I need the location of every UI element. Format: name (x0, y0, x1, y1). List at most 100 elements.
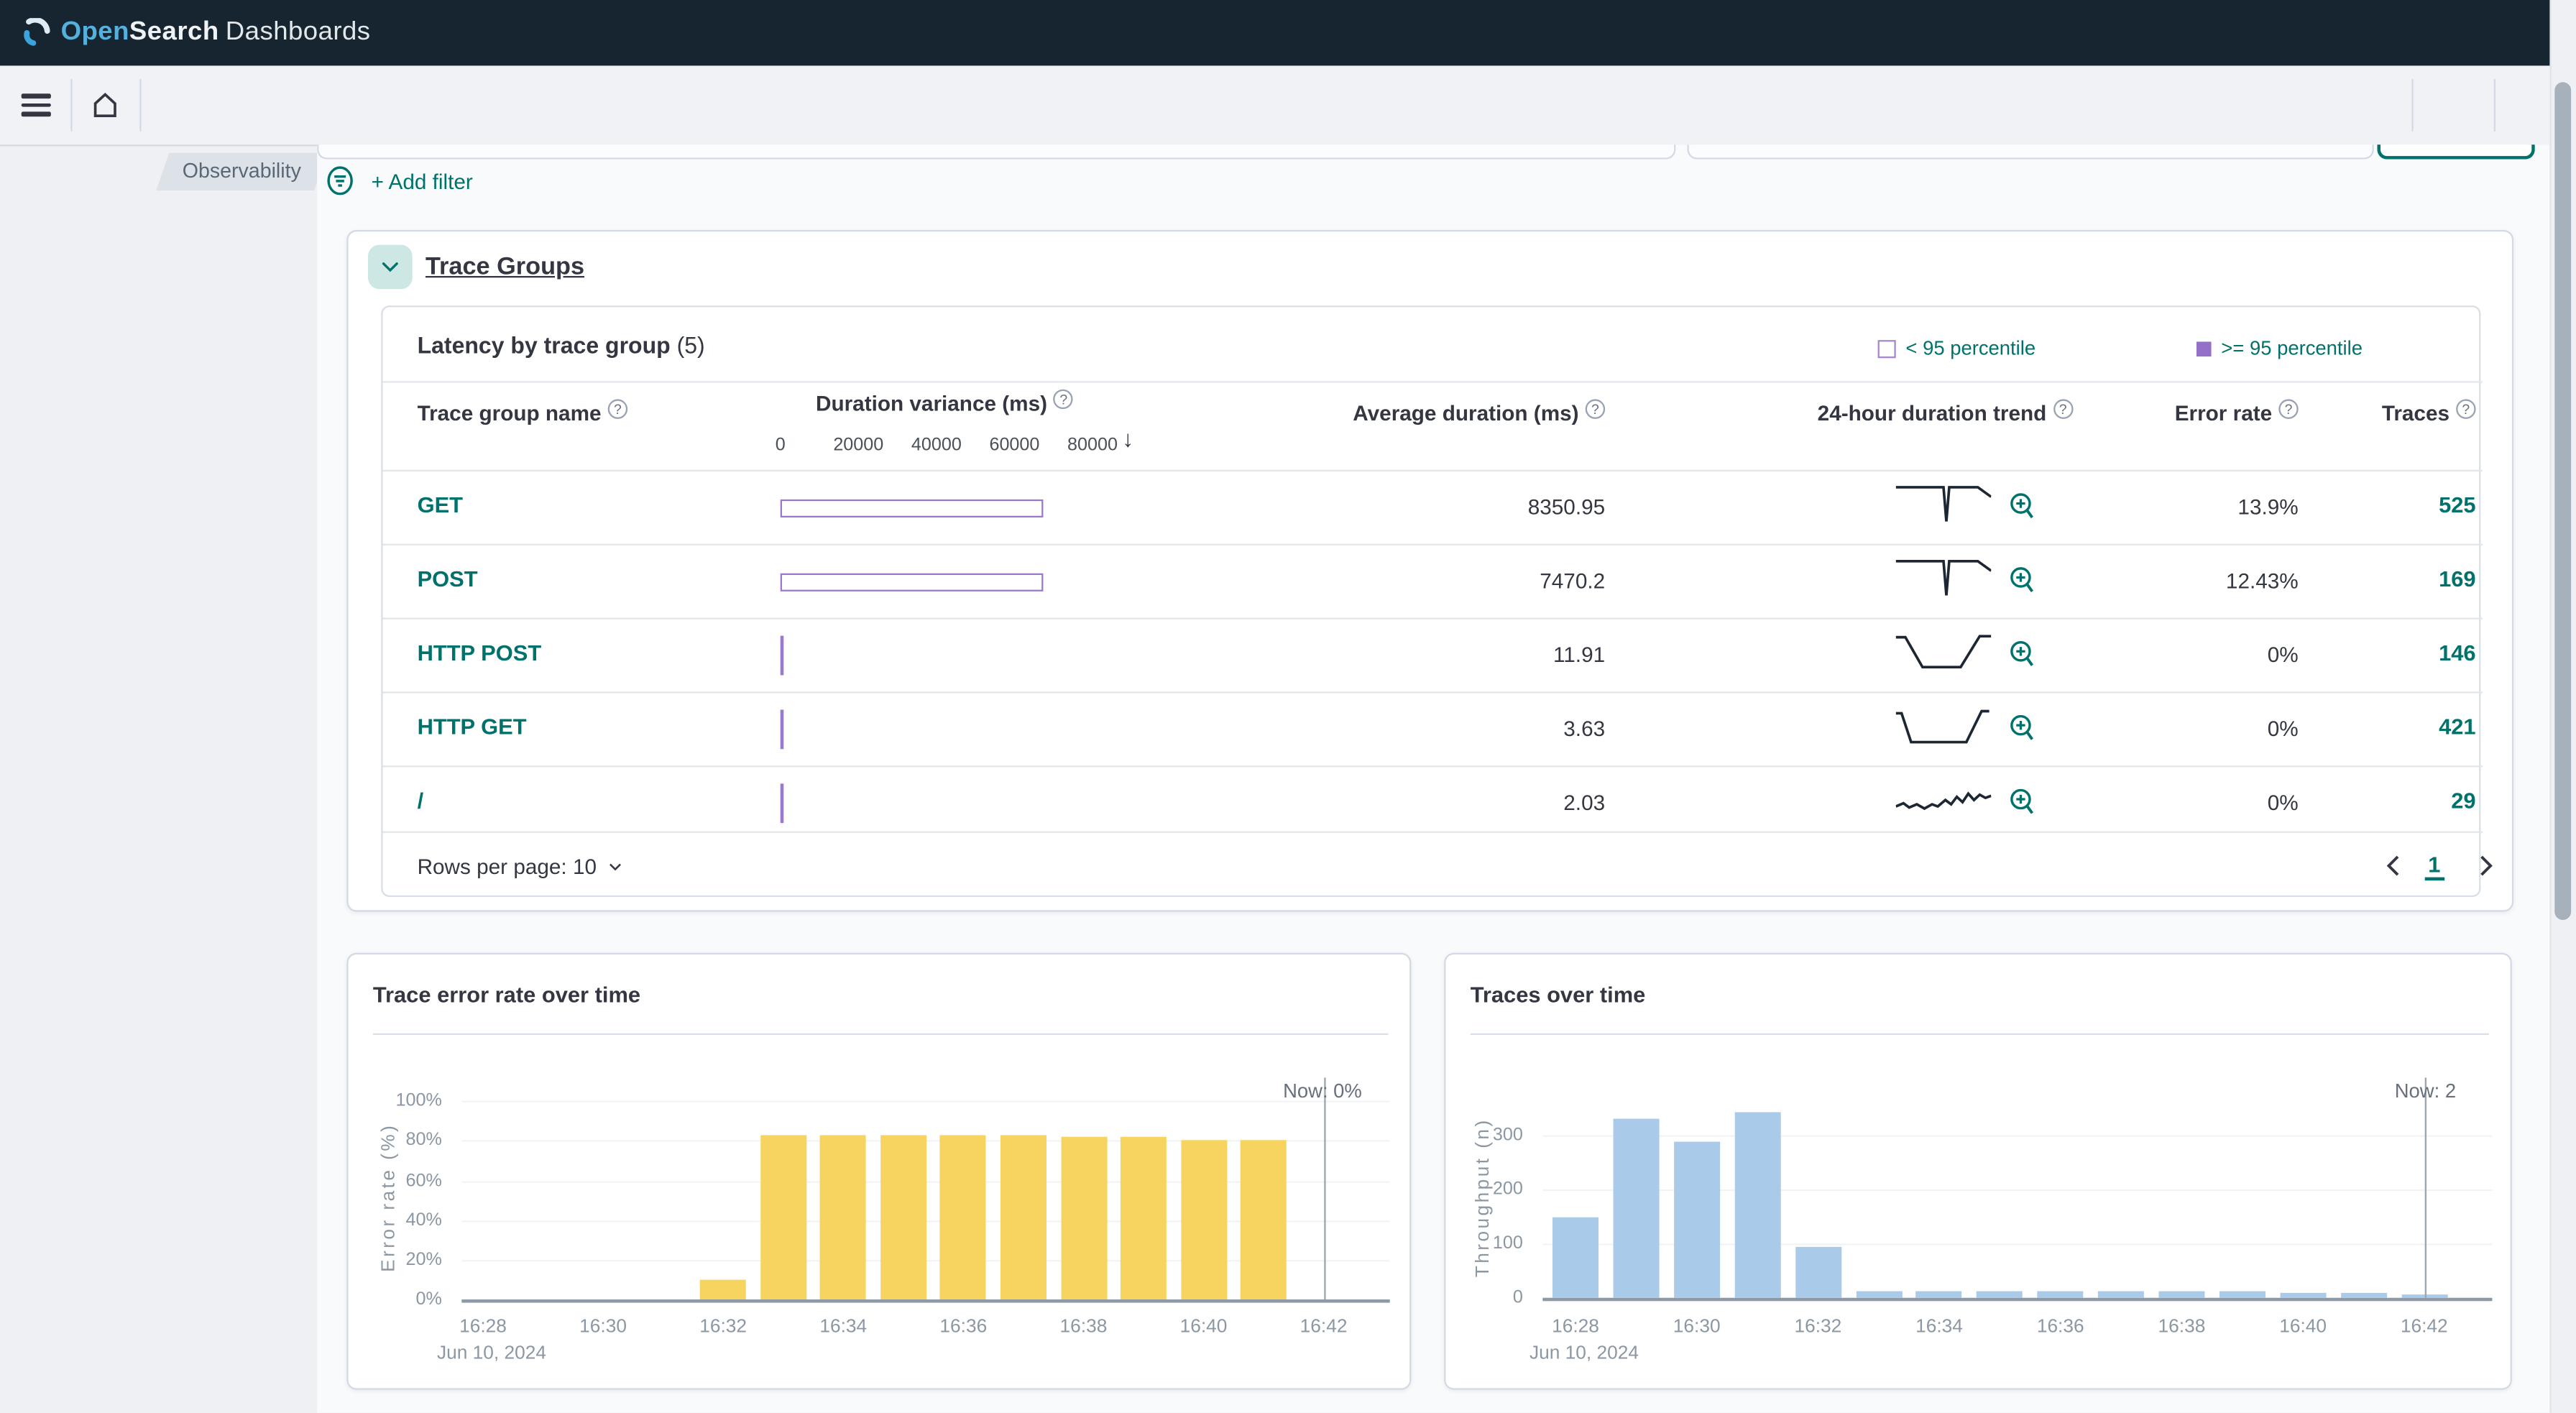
search-input[interactable] (317, 144, 1676, 160)
x-tick-label: 16:32 (1794, 1317, 1842, 1338)
chevron-down-icon (382, 262, 398, 272)
trace-group-link[interactable]: POST (418, 567, 478, 592)
info-icon[interactable]: ? (2456, 399, 2476, 419)
magnify-trend-icon[interactable] (2007, 491, 2037, 520)
col-traces[interactable]: Traces? (2354, 399, 2476, 425)
page-number[interactable]: 1 (2424, 852, 2444, 881)
duration-trend-sparkline (1896, 631, 1992, 673)
col-average-duration[interactable]: Average duration (ms)? (1270, 399, 1606, 425)
next-page-button[interactable] (2472, 852, 2499, 879)
rows-per-page-selector[interactable]: Rows per page: 10 (418, 855, 625, 879)
traces-count-link[interactable]: 146 (2354, 640, 2476, 665)
prev-page-button[interactable] (2380, 852, 2407, 879)
home-icon[interactable] (91, 91, 120, 120)
y-tick-label: 300 (1492, 1125, 1523, 1146)
traces-over-time-chart-panel: Traces over time Throughput (n) 0 100 200 30… (1444, 952, 2512, 1390)
chart-bar (700, 1279, 747, 1299)
legend-swatch-outline (1877, 339, 1896, 358)
opensearch-dashboards-app: OpenSearchDashboards Observability Trace … (0, 0, 2576, 1413)
date-picker[interactable] (1687, 144, 2374, 160)
update-button[interactable] (2377, 144, 2535, 160)
duration-trend-sparkline (1896, 483, 1992, 525)
y-tick-label: 100% (395, 1091, 442, 1111)
x-axis-line (461, 1299, 1390, 1303)
col-duration-variance[interactable]: Duration variance (ms)? (781, 389, 1109, 415)
app-header: OpenSearch Dashboards (0, 0, 2576, 66)
traces-count-link[interactable]: 29 (2354, 788, 2475, 813)
magnify-trend-icon[interactable] (2007, 565, 2037, 594)
avg-duration-value: 3.63 (1563, 716, 1606, 741)
x-tick-label: 16:32 (699, 1317, 748, 1338)
x-axis-line (1542, 1297, 2493, 1302)
pagination-row: Rows per page: 10 1 (382, 831, 2493, 901)
chevron-down-icon (610, 863, 622, 871)
info-icon[interactable]: ? (1585, 399, 1606, 419)
magnify-trend-icon[interactable] (2007, 639, 2037, 668)
trace-groups-title-link[interactable]: Trace Groups (426, 253, 584, 281)
col-error-rate[interactable]: Error rate? (2157, 399, 2299, 425)
legend-gte95: >= 95 percentile (2196, 337, 2363, 360)
scrollbar-thumb[interactable] (2554, 82, 2572, 920)
info-icon[interactable]: ? (1054, 389, 1074, 410)
variance-axis-tick: 60000 (989, 435, 1040, 456)
variance-zero-bar (780, 635, 783, 676)
col-trace-group-name[interactable]: Trace group name? (418, 399, 628, 425)
info-icon[interactable]: ? (2053, 399, 2073, 419)
chart-bar (1795, 1246, 1841, 1298)
info-icon[interactable]: ? (2278, 399, 2299, 419)
divider (70, 78, 73, 132)
duration-trend-sparkline (1896, 557, 1992, 599)
gridline (1542, 1135, 2493, 1137)
y-tick-label: 20% (405, 1249, 442, 1270)
col-duration-trend[interactable]: 24-hour duration trend? (1781, 399, 2110, 425)
trace-group-link[interactable]: HTTP GET (418, 714, 527, 739)
y-tick-label: 40% (405, 1210, 442, 1230)
chart-bar (1673, 1142, 1720, 1298)
variance-axis-tick: 80000 (1067, 435, 1118, 456)
menu-icon[interactable] (21, 93, 51, 116)
magnify-trend-icon[interactable] (2007, 713, 2037, 742)
divider (2493, 78, 2496, 132)
variance-zero-bar (780, 709, 783, 750)
filter-bar: + Add filter (317, 161, 473, 201)
divider (2411, 78, 2414, 132)
trace-group-link[interactable]: / (418, 788, 424, 813)
now-marker-line (2424, 1077, 2426, 1298)
sort-desc-icon[interactable]: ↓ (1122, 425, 1133, 452)
variance-axis-tick: 0 (775, 435, 786, 456)
chart-bar (1977, 1291, 2023, 1298)
trace-group-link[interactable]: GET (418, 493, 463, 517)
traces-count-link[interactable]: 169 (2354, 567, 2476, 592)
x-tick-label: 16:28 (459, 1317, 507, 1338)
chart-bar (820, 1134, 867, 1299)
chart-bar (880, 1134, 926, 1299)
error-rate-chart-panel: Trace error rate over time Error rate (%… (346, 952, 1412, 1390)
info-icon[interactable]: ? (607, 399, 628, 419)
chart-bar (1060, 1136, 1107, 1299)
magnify-trend-icon[interactable] (2007, 787, 2037, 816)
traces-count-link[interactable]: 525 (2354, 493, 2476, 517)
x-tick-label: 16:30 (579, 1317, 627, 1338)
divider (372, 1033, 1389, 1035)
error-rate-value: 13.9% (2237, 494, 2299, 520)
table-row: GET 8350.95 13.9% 525 (382, 469, 2483, 544)
chart-bar (1120, 1136, 1167, 1299)
x-tick-label: 16:38 (2158, 1317, 2206, 1338)
opensearch-logo[interactable]: OpenSearch Dashboards (22, 18, 371, 47)
chart-bar (1552, 1218, 1598, 1298)
traces-count-link[interactable]: 421 (2354, 714, 2476, 739)
chart-bar (1000, 1134, 1046, 1299)
error-rate-value: 12.43% (2225, 568, 2299, 594)
collapse-chevron-button[interactable] (367, 244, 413, 290)
x-tick-label: 16:34 (819, 1317, 868, 1338)
chart-bar (1734, 1111, 1780, 1298)
filter-icon[interactable] (326, 166, 355, 195)
add-filter-button[interactable]: + Add filter (372, 168, 473, 193)
x-tick-label: 16:40 (2279, 1317, 2327, 1338)
trace-group-link[interactable]: HTTP POST (418, 640, 542, 665)
breadcrumb-observability[interactable]: Observability (156, 153, 327, 191)
now-marker-line (1323, 1077, 1325, 1299)
chart-bar (2340, 1292, 2387, 1298)
x-tick-label: 16:30 (1673, 1317, 1721, 1338)
y-tick-label: 0 (1512, 1287, 1523, 1308)
